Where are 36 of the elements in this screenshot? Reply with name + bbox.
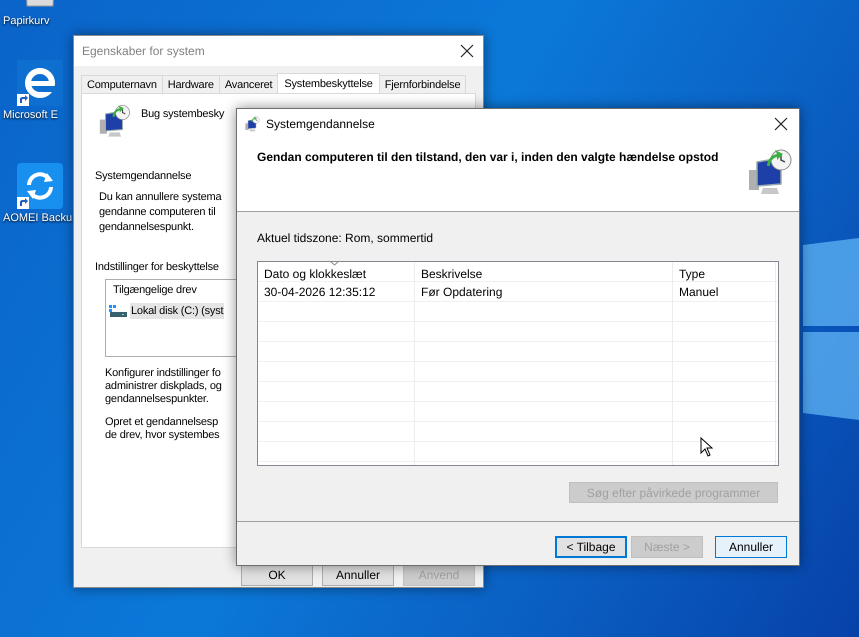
drive-item[interactable]: Lokal disk (C:) (syst <box>130 303 224 319</box>
restore-icon <box>244 116 260 132</box>
description-text: Konfigurer indstillinger fo administrer diskplads, og gendannelsespunkter. <box>105 367 222 406</box>
window-title: Systemgendannelse <box>266 116 376 130</box>
dialog-button[interactable]: OK <box>241 564 313 586</box>
close-icon[interactable] <box>459 43 475 59</box>
desktop-icon-label[interactable]: AOMEI Backu <box>3 212 72 224</box>
close-icon[interactable] <box>773 116 789 132</box>
description-text: Opret et gendannelsesp de drev, hvor systembes <box>105 416 220 442</box>
sync-arrows-icon[interactable] <box>17 163 63 209</box>
tab[interactable]: Fjernforbindelse <box>378 75 466 93</box>
browser-shortcut-icon[interactable] <box>17 60 63 106</box>
tab[interactable]: Computernavn <box>81 75 163 93</box>
description-text: Du kan annullere systema gendanne computeren til gendannelsespunkt. <box>99 190 222 235</box>
monitor-restore-icon <box>97 104 131 138</box>
tab[interactable]: Systembeskyttelse <box>277 73 380 93</box>
desktop-icon-label[interactable]: Microsoft E <box>3 109 58 121</box>
cursor-icon <box>700 437 713 457</box>
wizard-button[interactable]: Annuller <box>715 536 787 558</box>
column-header[interactable]: Type <box>673 262 776 282</box>
table-cell[interactable]: 30-04-2026 12:35:12 <box>258 282 415 302</box>
page-heading: Gendan computeren til den tilstand, den var i, inden den valgte hændelse opstod <box>257 150 718 166</box>
section-heading: Indstillinger for beskyttelse <box>95 261 219 273</box>
section-heading: Systemgendannelse <box>95 170 192 182</box>
wizard-button[interactable]: < Tilbage <box>555 536 627 558</box>
dialog-button[interactable]: Annuller <box>322 564 394 586</box>
window-title: Egenskaber for system <box>82 44 206 58</box>
column-header[interactable]: Beskrivelse <box>415 262 673 282</box>
desktop-icon-label[interactable]: Papirkurv <box>3 15 50 27</box>
column-header[interactable]: Dato og klokkeslæt <box>258 262 415 282</box>
table-cell[interactable]: Manuel <box>673 282 776 302</box>
intro-text: Bug systembesky <box>141 108 224 120</box>
timezone-text: Aktuel tidszone: Rom, sommertid <box>257 231 434 245</box>
column-header: Tilgængelige drev <box>113 284 197 296</box>
drive-icon <box>109 304 127 318</box>
table-cell[interactable]: Før Opdatering <box>415 282 673 302</box>
